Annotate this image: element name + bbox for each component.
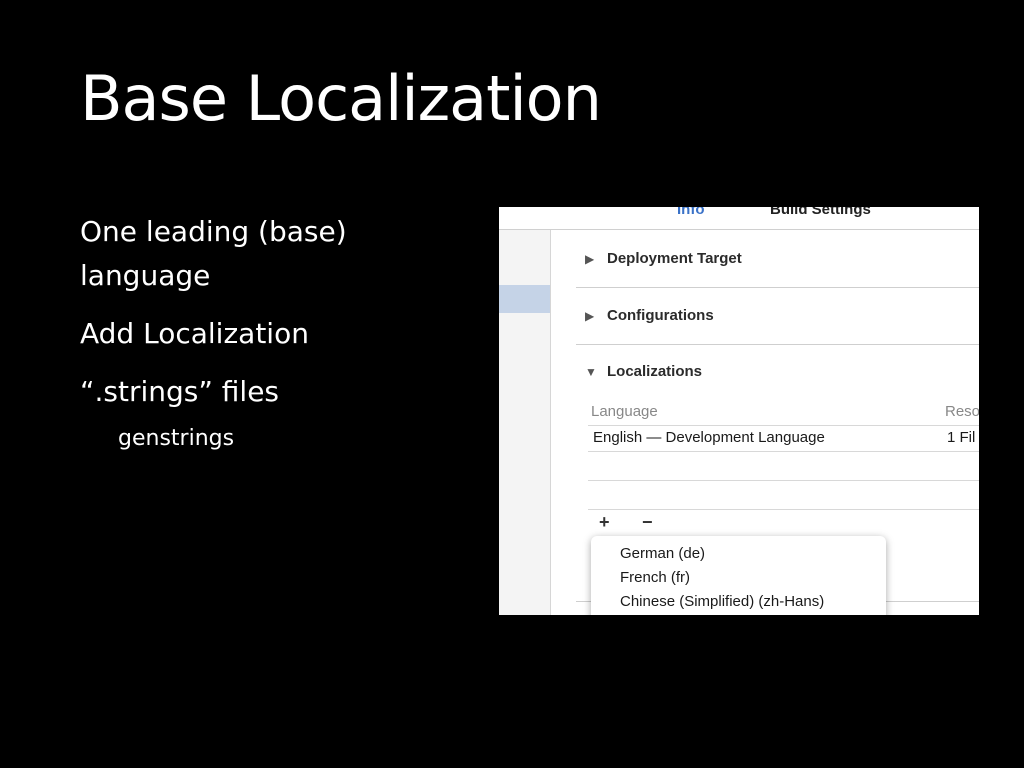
menu-item-german[interactable]: German (de) <box>620 545 705 562</box>
table-bottom-divider <box>588 509 979 510</box>
disclosure-down-icon[interactable]: ▼ <box>585 365 597 379</box>
section-localizations[interactable]: Localizations <box>607 363 702 380</box>
add-localization-button[interactable]: + <box>599 512 610 533</box>
bullet-list: One leading (base) language Add Localiza… <box>80 210 410 454</box>
bullet-item: One leading (base) language <box>80 215 347 292</box>
sidebar-selected-item[interactable] <box>499 285 550 313</box>
menu-item-chinese-simplified[interactable]: Chinese (Simplified) (zh-Hans) <box>620 593 824 610</box>
disclosure-right-icon[interactable]: ▶ <box>585 309 594 323</box>
column-header-resources[interactable]: Reso <box>945 403 979 420</box>
bullet-item: “.strings” files <box>80 375 280 408</box>
table-row-divider <box>588 451 979 452</box>
table-row-divider <box>588 480 979 481</box>
table-cell-language[interactable]: English — Development Language <box>593 429 825 446</box>
bullet-item: Add Localization <box>80 317 309 350</box>
column-header-language[interactable]: Language <box>591 403 658 420</box>
tab-build-settings[interactable]: Build Settings <box>770 207 871 218</box>
project-sidebar <box>499 230 551 615</box>
section-divider <box>576 344 979 345</box>
xcode-project-screenshot: Info Build Settings ▶ Deployment Target … <box>499 207 979 615</box>
menu-item-french[interactable]: French (fr) <box>620 569 690 586</box>
table-header-divider <box>588 425 979 426</box>
sub-bullet-item: genstrings <box>118 426 235 451</box>
language-popup-menu: German (de) French (fr) Chinese (Simplif… <box>591 536 886 615</box>
slide-title: Base Localization <box>80 62 602 135</box>
section-configurations[interactable]: Configurations <box>607 307 714 324</box>
remove-localization-button[interactable]: − <box>642 512 653 533</box>
table-cell-resources[interactable]: 1 Fil <box>947 429 975 446</box>
disclosure-right-icon[interactable]: ▶ <box>585 252 594 266</box>
section-divider <box>576 287 979 288</box>
tab-bar-divider <box>499 229 979 230</box>
tab-info[interactable]: Info <box>677 207 705 218</box>
section-deployment-target[interactable]: Deployment Target <box>607 250 742 267</box>
